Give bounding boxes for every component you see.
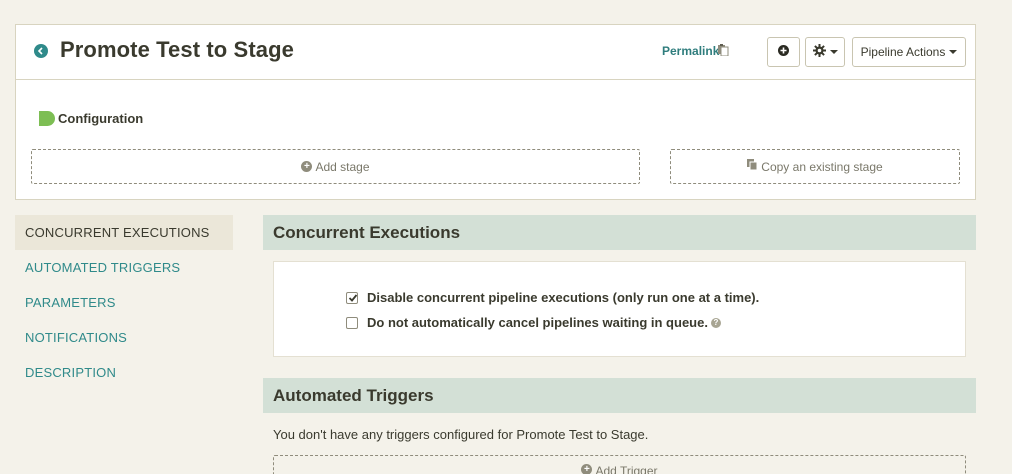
add-trigger-label: Add Trigger	[595, 464, 658, 474]
add-trigger-button[interactable]: + Add Trigger	[273, 455, 966, 474]
add-stage-button[interactable]: + Add stage	[31, 149, 640, 184]
chevron-down-icon	[949, 50, 958, 54]
clipboard-icon[interactable]	[717, 43, 729, 61]
configuration-stage-node[interactable]: Configuration	[39, 110, 143, 126]
pipeline-actions-button[interactable]: Pipeline Actions	[852, 37, 966, 67]
pipeline-config-page: Promote Test to Stage Permalink Pipeline…	[0, 0, 1012, 474]
sidebar-item-description[interactable]: DESCRIPTION	[15, 355, 233, 390]
copy-stage-label: Copy an existing stage	[761, 159, 883, 174]
add-icon	[778, 45, 789, 59]
settings-dropdown-button[interactable]	[805, 37, 845, 67]
plus-circle-icon: +	[301, 161, 313, 172]
concurrent-executions-panel: Disable concurrent pipeline executions (…	[273, 261, 966, 357]
copy-icon	[747, 159, 758, 174]
sidebar-item-parameters[interactable]: PARAMETERS	[15, 285, 233, 320]
title-row: Promote Test to Stage Permalink Pipeline…	[16, 25, 975, 80]
configuration-label: Configuration	[58, 110, 144, 126]
stage-node-icon	[39, 110, 55, 126]
checkbox-icon[interactable]	[346, 316, 358, 329]
disable-concurrent-label: Disable concurrent pipeline executions (…	[367, 290, 760, 305]
gear-icon	[812, 44, 826, 60]
add-button[interactable]	[767, 37, 800, 67]
sidebar-item-notifications[interactable]: NOTIFICATIONS	[15, 320, 233, 355]
no-triggers-message: You don't have any triggers configured f…	[273, 427, 649, 442]
concurrent-executions-heading: Concurrent Executions	[263, 215, 976, 250]
copy-stage-button[interactable]: Copy an existing stage	[670, 149, 960, 184]
plus-circle-icon: +	[581, 464, 593, 474]
help-icon[interactable]: ?	[710, 317, 721, 328]
sidebar-item-automated-triggers[interactable]: AUTOMATED TRIGGERS	[15, 250, 233, 285]
back-icon[interactable]	[34, 44, 48, 58]
automated-triggers-heading: Automated Triggers	[263, 378, 976, 413]
add-stage-label: Add stage	[315, 159, 370, 174]
chevron-down-icon	[829, 50, 838, 54]
page-title: Promote Test to Stage	[60, 37, 294, 62]
pipeline-actions-label: Pipeline Actions	[860, 45, 946, 59]
sidebar-item-concurrent-executions[interactable]: CONCURRENT EXECUTIONS	[15, 215, 233, 250]
pipeline-header-card: Promote Test to Stage Permalink Pipeline…	[15, 24, 976, 200]
disable-concurrent-option[interactable]: Disable concurrent pipeline executions (…	[346, 290, 759, 305]
checkbox-icon[interactable]	[346, 291, 358, 304]
config-sidebar: CONCURRENT EXECUTIONS AUTOMATED TRIGGERS…	[15, 215, 233, 390]
no-auto-cancel-option[interactable]: Do not automatically cancel pipelines wa…	[346, 315, 721, 330]
no-auto-cancel-label: Do not automatically cancel pipelines wa…	[367, 315, 708, 330]
permalink-link[interactable]: Permalink	[662, 44, 719, 58]
